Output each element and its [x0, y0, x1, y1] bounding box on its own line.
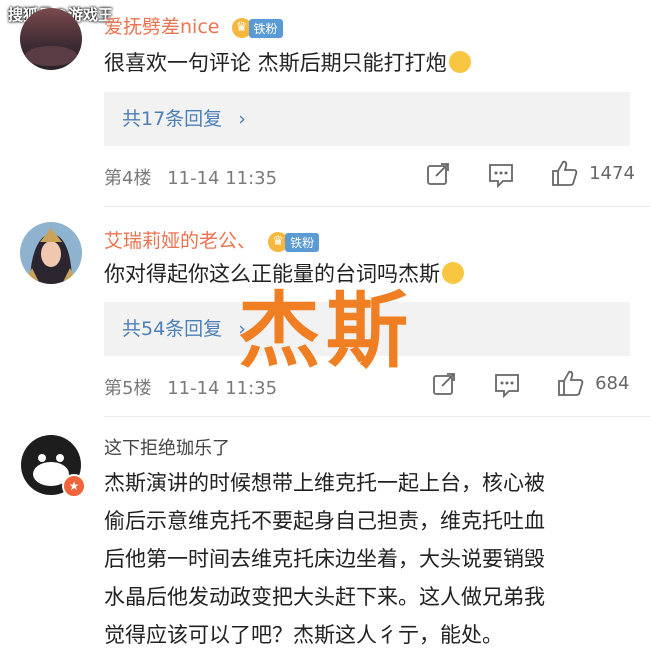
comment-line: 杰斯演讲的时候想带上维克托一起上台，核心被 — [104, 471, 545, 495]
comment-line: 觉得应该可以了吧？杰斯这人彳亍，能处。 — [104, 623, 503, 647]
comment-text: 很喜欢一句评论 杰斯后期只能打打炮 — [104, 44, 471, 82]
comment-button[interactable] — [487, 162, 515, 192]
overlay-caption: 杰斯 — [238, 284, 415, 379]
username[interactable]: 爱抚劈差nice ♛ 铁粉 — [104, 12, 283, 39]
share-button[interactable] — [425, 161, 451, 191]
comment-icon — [495, 374, 519, 399]
like-button[interactable]: 1474 — [550, 158, 635, 188]
divider — [104, 416, 650, 417]
avatar[interactable] — [20, 8, 82, 70]
comment-button[interactable] — [493, 372, 521, 402]
thumbs-up-icon — [558, 370, 584, 396]
verified-badge-icon: ★ — [62, 474, 86, 498]
floor-label: 第5楼 — [104, 378, 152, 399]
fan-badge: ♛ 铁粉 — [268, 231, 320, 253]
comment-line: 水晶后他发动政变把大头赶下来。这人做兄弟我 — [104, 585, 545, 609]
username-text[interactable]: 爱抚劈差nice — [104, 16, 219, 38]
comment-line: 偷后示意维克托不要起身自己担责，维克托吐血 — [104, 509, 545, 533]
comment-text-content: 很喜欢一句评论 杰斯后期只能打打炮 — [104, 51, 447, 75]
floor-label: 第4楼 — [104, 168, 152, 189]
crying-emoji-icon — [442, 262, 464, 284]
fan-badge-label: 铁粉 — [248, 18, 283, 38]
comment-text: 杰斯演讲的时候想带上维克托一起上台，核心被 偷后示意维克托不要起身自己担责，维克… — [104, 464, 545, 654]
avatar-image — [20, 8, 82, 70]
share-button[interactable] — [431, 371, 457, 401]
fan-badge-label: 铁粉 — [285, 232, 320, 252]
thumbs-up-icon — [552, 160, 578, 186]
fan-badge: ♛ 铁粉 — [231, 17, 283, 39]
share-icon — [433, 373, 455, 395]
avatar-image — [20, 222, 82, 284]
doge-emoji-icon — [448, 51, 471, 73]
comment-icon — [489, 164, 513, 189]
timestamp: 11-14 11:35 — [167, 168, 278, 189]
reply-count-label: 共17条回复 — [122, 108, 223, 130]
chevron-right-icon: › — [238, 108, 246, 130]
divider — [104, 206, 650, 207]
avatar[interactable] — [20, 222, 82, 284]
comment-line: 后他第一时间去维克托床边坐着，大头说要销毁 — [104, 547, 545, 571]
username[interactable]: 艾瑞莉娅的老公、 ♛ 铁粉 — [104, 226, 320, 253]
view-replies-button[interactable]: 共17条回复 › — [104, 92, 630, 146]
like-count: 1474 — [589, 162, 635, 184]
username-text[interactable]: 艾瑞莉娅的老公、 — [104, 230, 256, 252]
like-count: 684 — [595, 372, 630, 394]
share-icon — [427, 163, 449, 185]
comment-meta: 第4楼 11-14 11:35 — [104, 164, 277, 190]
like-button[interactable]: 684 — [556, 368, 629, 398]
reply-count-label: 共54条回复 — [122, 318, 223, 340]
username[interactable]: 这下拒绝珈乐了 — [104, 434, 230, 460]
